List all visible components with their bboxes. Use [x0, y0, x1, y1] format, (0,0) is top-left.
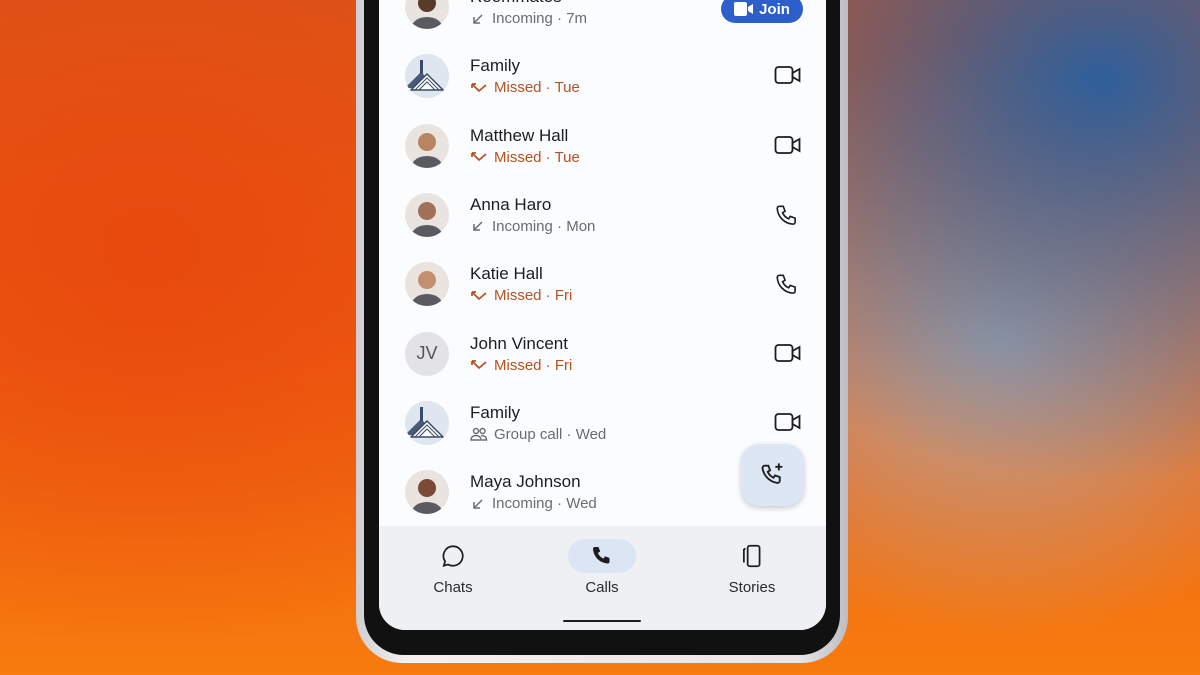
chat-bubble-icon	[442, 545, 464, 568]
call-status: Missed · Fri	[470, 287, 572, 304]
incoming-call-icon	[470, 11, 486, 27]
tab-label: Stories	[728, 579, 776, 596]
tab-chats[interactable]: Chats	[393, 536, 513, 596]
call-list-item[interactable]: Roommates Incoming · 7m Join	[379, 0, 826, 42]
avatar	[405, 0, 449, 29]
avatar	[405, 262, 449, 307]
call-status: Missed · Tue	[470, 149, 580, 166]
call-list-item[interactable]: Anna Haro Incoming · Mon	[379, 181, 826, 250]
contact-name: Matthew Hall	[470, 125, 569, 145]
tab-stories[interactable]: Stories	[692, 536, 812, 596]
call-status: Group call · Wed	[470, 426, 606, 443]
call-status-text: Group call · Wed	[494, 425, 607, 443]
video-call-button[interactable]	[774, 342, 802, 366]
tab-calls[interactable]: Calls	[542, 536, 662, 596]
incoming-call-icon	[470, 496, 486, 512]
group-call-icon	[470, 426, 488, 442]
group-avatar	[405, 54, 449, 99]
phone-icon	[593, 547, 610, 564]
contact-name: Family	[470, 402, 521, 422]
join-label: Join	[759, 0, 790, 18]
call-status-text: Missed · Fri	[494, 356, 573, 374]
avatar	[405, 192, 449, 237]
video-call-button[interactable]	[774, 411, 802, 435]
missed-call-icon	[470, 80, 488, 96]
call-status-text: Missed · Fri	[494, 287, 573, 305]
missed-call-icon	[470, 288, 488, 304]
call-status-text: Missed · Tue	[494, 148, 580, 166]
call-status-text: Missed · Tue	[494, 79, 580, 97]
call-status: Incoming · 7m	[470, 10, 587, 27]
missed-call-icon	[470, 149, 488, 165]
calls-screen: Roommates Incoming · 7m Join Family Missed ·…	[379, 0, 826, 630]
contact-name: Maya Johnson	[470, 472, 581, 492]
call-list-item[interactable]: JV John Vincent Missed · Fri	[379, 320, 826, 389]
call-status: Missed · Fri	[470, 357, 572, 374]
call-list-item[interactable]: Family Missed · Tue	[379, 42, 826, 111]
contact-name: Roommates	[470, 0, 562, 7]
video-call-button[interactable]	[774, 134, 802, 158]
missed-call-icon	[470, 357, 488, 373]
contact-name: Katie Hall	[470, 264, 543, 284]
contact-name: John Vincent	[470, 333, 568, 353]
video-icon	[774, 412, 802, 437]
bottom-nav: Chats Calls Stories	[379, 526, 826, 630]
voice-call-button[interactable]	[774, 272, 802, 296]
video-call-button[interactable]	[774, 64, 802, 88]
group-avatar	[405, 400, 449, 445]
home-indicator[interactable]	[563, 620, 641, 622]
call-list-item[interactable]: Katie Hall Missed · Fri	[379, 250, 826, 319]
call-status: Incoming · Mon	[470, 218, 595, 235]
tab-label: Calls	[585, 579, 619, 596]
call-status-text: Incoming · Mon	[492, 217, 596, 235]
contact-name: Anna Haro	[470, 194, 552, 214]
tab-label: Chats	[433, 579, 473, 596]
phone-icon	[774, 205, 800, 233]
contact-name: Family	[470, 56, 521, 76]
voice-call-button[interactable]	[774, 203, 802, 227]
avatar	[405, 470, 449, 515]
new-call-button[interactable]	[741, 444, 804, 506]
video-icon	[774, 343, 802, 368]
incoming-call-icon	[470, 218, 486, 234]
video-icon	[734, 2, 754, 16]
avatar	[405, 123, 449, 168]
call-status-text: Incoming · Wed	[492, 495, 597, 513]
video-icon	[774, 135, 802, 160]
join-button[interactable]: Join	[721, 0, 803, 23]
call-status: Incoming · Wed	[470, 495, 597, 512]
new-call-icon	[761, 463, 782, 484]
avatar: JV	[405, 331, 449, 376]
call-status-text: Incoming · 7m	[492, 10, 588, 27]
stories-icon	[743, 544, 761, 568]
video-icon	[774, 66, 802, 90]
phone-icon	[774, 274, 800, 302]
call-list-item[interactable]: Matthew Hall Missed · Tue	[379, 112, 826, 181]
call-status: Missed · Tue	[470, 79, 580, 96]
